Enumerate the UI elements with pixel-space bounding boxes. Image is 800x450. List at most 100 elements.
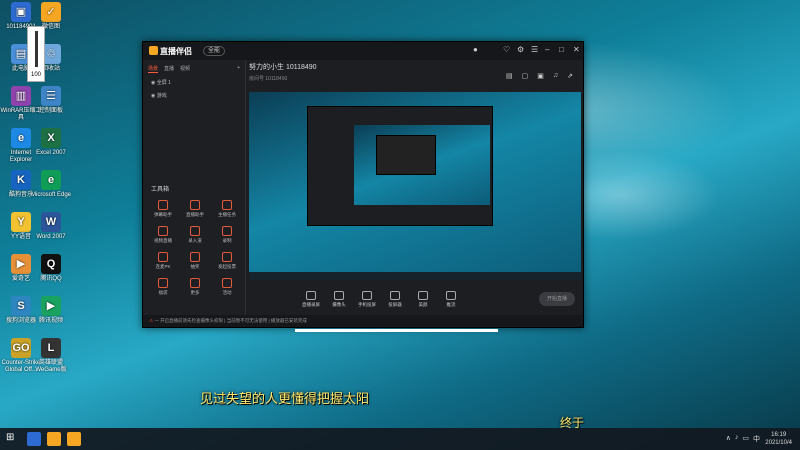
- shop-icon[interactable]: ▣: [537, 72, 544, 80]
- action-bar: 直播录屏 摄像头 手机投屏 投屏器 美颜 推流 开始直播: [249, 284, 581, 314]
- tool-label: 活动: [222, 290, 232, 295]
- tool-item[interactable]: 录入道: [179, 226, 211, 244]
- maximize-icon[interactable]: □: [559, 45, 564, 54]
- tool-icon: [158, 200, 168, 210]
- logo-icon: [149, 46, 158, 55]
- tool-label: 视频直播: [154, 238, 172, 243]
- tab-video[interactable]: 视频: [180, 65, 190, 73]
- tool-icon: [158, 278, 168, 288]
- app-icon: ▣: [11, 2, 31, 22]
- desktop-icon[interactable]: W Word 2007: [30, 212, 72, 241]
- tool-item[interactable]: 抽奖: [179, 252, 211, 270]
- app-icon: ✓: [41, 2, 61, 22]
- action-button[interactable]: 推流: [439, 290, 463, 308]
- taskbar-app-2[interactable]: [47, 432, 61, 446]
- taskbar-app-3[interactable]: [67, 432, 81, 446]
- action-label: 美颜: [418, 301, 428, 307]
- gift-icon[interactable]: ▤: [506, 72, 513, 80]
- bell-icon[interactable]: ♫: [553, 72, 558, 80]
- skin-icon[interactable]: ♡: [503, 45, 510, 54]
- tool-label: 录制: [222, 238, 232, 243]
- tool-label: 连麦PK: [155, 264, 171, 269]
- subtitle-main: 见过失望的人更懂得把握太阳: [200, 392, 370, 407]
- action-label: 手机投屏: [358, 301, 376, 307]
- action-button[interactable]: 美颜: [411, 290, 435, 308]
- start-live-button[interactable]: 开始直播: [539, 292, 575, 306]
- minimize-icon[interactable]: –: [545, 45, 549, 54]
- settings-icon[interactable]: ⚙: [517, 45, 524, 54]
- desktop-icon[interactable]: ☰ 控制面板: [30, 86, 72, 115]
- app-icon: e: [11, 128, 31, 148]
- desktop-icon-label: Word 2007: [36, 234, 66, 240]
- action-label: 直播录屏: [302, 301, 320, 307]
- avatar[interactable]: ●: [473, 45, 478, 54]
- desktop-icon-label: 腾讯QQ: [40, 276, 62, 282]
- action-icon: [446, 290, 456, 300]
- tool-item[interactable]: 连麦PK: [147, 252, 179, 270]
- tray-ime-icon[interactable]: 中: [753, 434, 760, 444]
- tool-item[interactable]: 发起投票: [211, 252, 243, 270]
- scene-label: 全屏 1: [156, 80, 171, 86]
- tool-label: 弹幕助手: [154, 212, 172, 217]
- nested-app-window: [307, 106, 493, 226]
- logo-text: 直播伴侣: [160, 47, 192, 56]
- preview-taskbar: [249, 272, 581, 280]
- tool-icon: [222, 226, 232, 236]
- tool-item[interactable]: 活动: [211, 278, 243, 296]
- desktop-icon[interactable]: Q 腾讯QQ: [30, 254, 72, 283]
- tool-label: 直播助手: [186, 212, 204, 217]
- add-scene-icon[interactable]: +: [237, 65, 240, 73]
- tool-label: 发起投票: [218, 264, 236, 269]
- tool-label: 福袋: [158, 290, 168, 295]
- mode-selector[interactable]: 全能: [203, 46, 226, 56]
- tab-live[interactable]: 直播: [164, 65, 174, 73]
- volume-track[interactable]: [35, 31, 38, 67]
- tool-item[interactable]: 更多: [179, 278, 211, 296]
- close-icon[interactable]: ✕: [573, 45, 580, 54]
- tool-item[interactable]: 录制: [211, 226, 243, 244]
- desktop-icon[interactable]: ▶ 腾讯视频: [30, 296, 72, 325]
- action-icon: [418, 290, 428, 300]
- tray-overflow-icon[interactable]: ∧: [726, 434, 731, 444]
- taskbar: ⊞ ∧ ♪ ▭ 中 16:19 2021/10/4: [0, 428, 800, 450]
- desktop-icon[interactable]: X Excel 2007: [30, 128, 72, 157]
- scene-item[interactable]: ◉ 游戏: [143, 89, 245, 102]
- action-icon: [334, 290, 344, 300]
- action-button[interactable]: 投屏器: [383, 290, 407, 308]
- app-icon: ▶: [11, 254, 31, 274]
- action-button[interactable]: 直播录屏: [299, 290, 323, 308]
- taskbar-app-1[interactable]: [27, 432, 41, 446]
- tray-volume-icon[interactable]: ♪: [735, 434, 739, 444]
- scene-item[interactable]: ◉ 全屏 1: [143, 76, 245, 89]
- stream-header: 努力的小生 10118490 房间号 10118490 ▤ ▢ ▣ ♫ ⇗: [249, 62, 579, 92]
- tool-item[interactable]: 福袋: [147, 278, 179, 296]
- volume-slider[interactable]: 100: [27, 26, 45, 82]
- start-icon[interactable]: ⊞: [6, 432, 20, 446]
- tool-item[interactable]: 弹幕助手: [147, 200, 179, 218]
- desktop-icon-label: 英雄联盟 WeGame版: [35, 360, 67, 373]
- action-label: 摄像头: [332, 301, 346, 307]
- desktop-icon[interactable]: e Microsoft Edge: [30, 170, 72, 199]
- desktop-icon-label: Microsoft Edge: [30, 192, 72, 198]
- tray-network-icon[interactable]: ▭: [742, 434, 749, 444]
- action-button[interactable]: 摄像头: [327, 290, 351, 308]
- copy-icon[interactable]: ▢: [522, 72, 529, 80]
- scene-panel: 场景 直播 视频 + ◉ 全屏 1 ◉ 游戏 工具箱 弹幕助手 直播助手 主播任务视…: [143, 60, 246, 327]
- nested-preview: [354, 125, 490, 205]
- warning-icon: ⚠: [149, 318, 154, 323]
- tab-scene[interactable]: 场景: [148, 65, 159, 73]
- menu-icon[interactable]: ☰: [531, 45, 538, 54]
- share-icon[interactable]: ⇗: [567, 72, 573, 80]
- clock[interactable]: 16:19 2021/10/4: [765, 431, 792, 447]
- app-icon: K: [11, 170, 31, 190]
- tool-label: 主播任务: [218, 212, 236, 217]
- action-button[interactable]: 手机投屏: [355, 290, 379, 308]
- tool-item[interactable]: 视频直播: [147, 226, 179, 244]
- tool-icon: [222, 252, 232, 262]
- tool-item[interactable]: 主播任务: [211, 200, 243, 218]
- desktop-icon[interactable]: L 英雄联盟 WeGame版: [30, 338, 72, 374]
- tool-icon: [190, 200, 200, 210]
- tools-title: 工具箱: [151, 187, 170, 193]
- clock-time: 16:19: [771, 432, 787, 438]
- tool-item[interactable]: 直播助手: [179, 200, 211, 218]
